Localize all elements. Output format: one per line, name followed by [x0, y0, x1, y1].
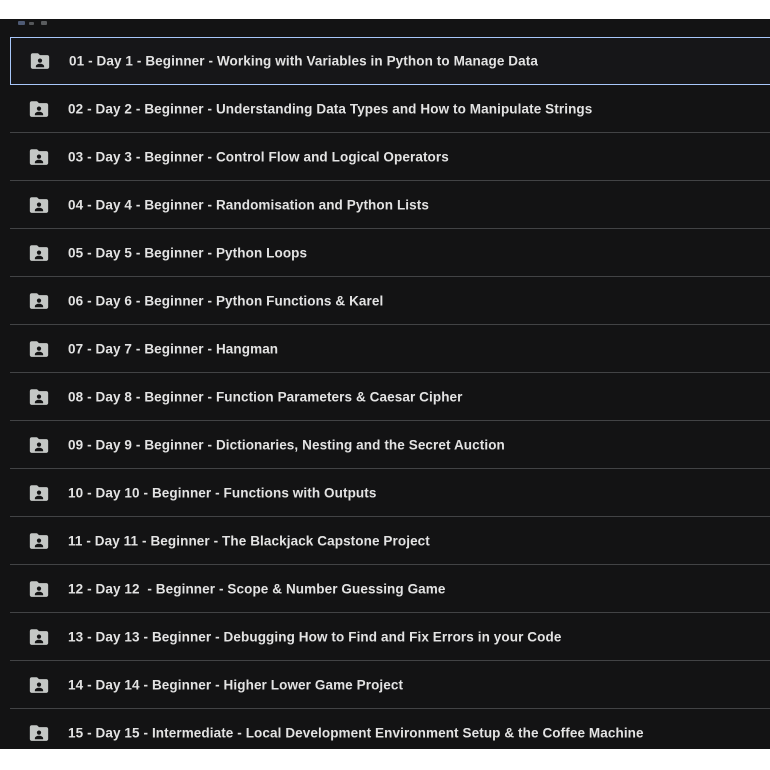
folder-name: 09 - Day 9 - Beginner - Dictionaries, Ne… [68, 437, 505, 452]
list-item[interactable]: 12 - Day 12 - Beginner - Scope & Number … [10, 565, 770, 613]
list-item[interactable]: 03 - Day 3 - Beginner - Control Flow and… [10, 133, 770, 181]
shared-folder-icon [28, 578, 50, 600]
folder-name: 06 - Day 6 - Beginner - Python Functions… [68, 293, 384, 308]
shared-folder-icon [28, 338, 50, 360]
list-item[interactable]: 05 - Day 5 - Beginner - Python Loops [10, 229, 770, 277]
shared-folder-icon [28, 98, 50, 120]
shared-folder-icon [28, 242, 50, 264]
list-item[interactable]: 01 - Day 1 - Beginner - Working with Var… [10, 37, 770, 85]
list-item[interactable]: 13 - Day 13 - Beginner - Debugging How t… [10, 613, 770, 661]
shared-folder-icon [28, 722, 50, 744]
folder-name: 02 - Day 2 - Beginner - Understanding Da… [68, 101, 593, 116]
folder-name: 04 - Day 4 - Beginner - Randomisation an… [68, 197, 429, 212]
list-item[interactable]: 06 - Day 6 - Beginner - Python Functions… [10, 277, 770, 325]
top-gap [0, 0, 770, 19]
folder-name: 05 - Day 5 - Beginner - Python Loops [68, 245, 308, 260]
list-item[interactable]: 15 - Day 15 - Intermediate - Local Devel… [10, 709, 770, 749]
clipped-row-fragment [29, 22, 34, 25]
list-item[interactable]: 11 - Day 11 - Beginner - The Blackjack C… [10, 517, 770, 565]
list-item[interactable]: 07 - Day 7 - Beginner - Hangman [10, 325, 770, 373]
list-item[interactable]: 04 - Day 4 - Beginner - Randomisation an… [10, 181, 770, 229]
list-item[interactable]: 09 - Day 9 - Beginner - Dictionaries, Ne… [10, 421, 770, 469]
list-item[interactable]: 14 - Day 14 - Beginner - Higher Lower Ga… [10, 661, 770, 709]
shared-folder-icon [28, 290, 50, 312]
shared-folder-icon [28, 386, 50, 408]
folder-name: 12 - Day 12 - Beginner - Scope & Number … [68, 581, 446, 596]
shared-folder-icon [28, 626, 50, 648]
folder-name: 15 - Day 15 - Intermediate - Local Devel… [68, 725, 644, 740]
bottom-gap [0, 749, 770, 770]
clipped-row-fragment [41, 21, 47, 25]
list-item[interactable]: 10 - Day 10 - Beginner - Functions with … [10, 469, 770, 517]
folder-name: 01 - Day 1 - Beginner - Working with Var… [69, 53, 538, 69]
shared-folder-icon [29, 50, 51, 72]
clipped-row-fragment [18, 21, 25, 25]
shared-folder-icon [28, 674, 50, 696]
folder-name: 07 - Day 7 - Beginner - Hangman [68, 341, 279, 356]
folder-list: 01 - Day 1 - Beginner - Working with Var… [10, 37, 770, 749]
list-item[interactable]: 08 - Day 8 - Beginner - Function Paramet… [10, 373, 770, 421]
shared-folder-icon [28, 194, 50, 216]
folder-name: 13 - Day 13 - Beginner - Debugging How t… [68, 629, 562, 644]
file-list-panel: 01 - Day 1 - Beginner - Working with Var… [0, 19, 770, 749]
list-item[interactable]: 02 - Day 2 - Beginner - Understanding Da… [10, 85, 770, 133]
shared-folder-icon [28, 434, 50, 456]
folder-name: 10 - Day 10 - Beginner - Functions with … [68, 485, 377, 500]
folder-name: 03 - Day 3 - Beginner - Control Flow and… [68, 149, 449, 164]
shared-folder-icon [28, 482, 50, 504]
shared-folder-icon [28, 146, 50, 168]
shared-folder-icon [28, 530, 50, 552]
folder-name: 08 - Day 8 - Beginner - Function Paramet… [68, 389, 463, 404]
folder-name: 11 - Day 11 - Beginner - The Blackjack C… [68, 533, 430, 548]
folder-name: 14 - Day 14 - Beginner - Higher Lower Ga… [68, 677, 404, 692]
